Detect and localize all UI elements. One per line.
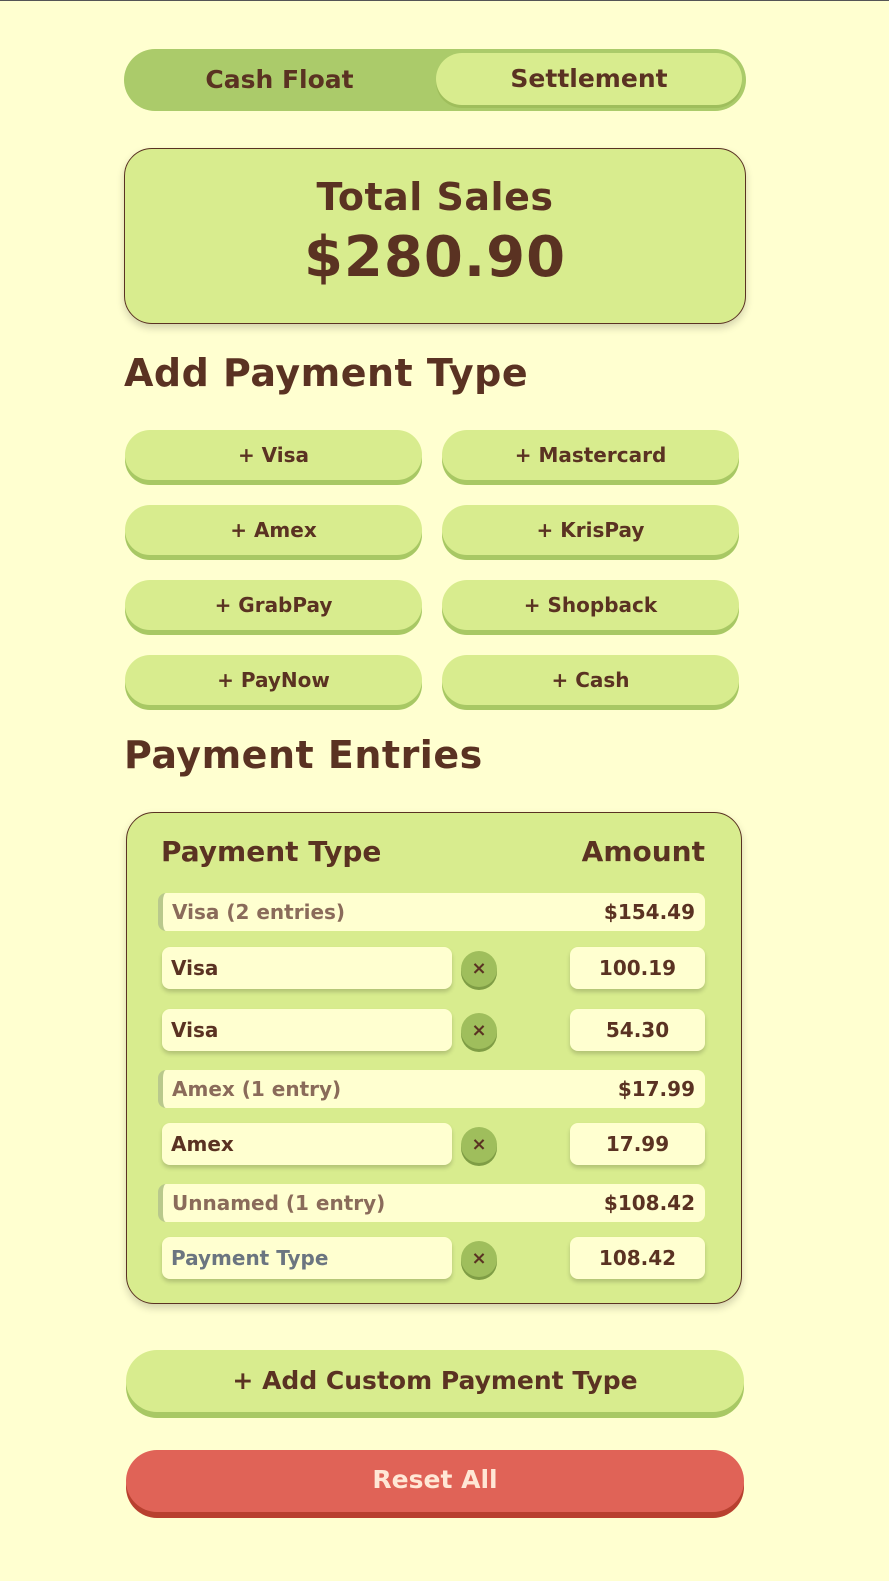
reset-all-button[interactable]: Reset All	[126, 1450, 744, 1512]
entry-name-field[interactable]: Amex	[162, 1123, 452, 1165]
entry-amount-field[interactable]: 54.30	[570, 1009, 705, 1051]
remove-entry-icon[interactable]: ×	[461, 1127, 497, 1163]
entry-amount-field[interactable]: 17.99	[570, 1123, 705, 1165]
payment-entries-heading: Payment Entries	[124, 733, 483, 777]
remove-entry-icon[interactable]: ×	[461, 1013, 497, 1049]
add-krispay-button[interactable]: + KrisPay	[442, 505, 739, 555]
entry-amount-field[interactable]: 100.19	[570, 947, 705, 989]
column-header-amount: Amount	[581, 835, 705, 868]
group-total: $108.42	[603, 1191, 695, 1215]
tab-settlement[interactable]: Settlement	[436, 53, 742, 105]
add-visa-button[interactable]: + Visa	[125, 430, 422, 480]
total-sales-card: Total Sales $280.90	[124, 148, 746, 324]
add-amex-button[interactable]: + Amex	[125, 505, 422, 555]
group-row-visa: Visa (2 entries) $154.49	[158, 893, 705, 931]
total-sales-title: Total Sales	[316, 175, 554, 219]
group-label: Visa (2 entries)	[172, 900, 346, 924]
remove-entry-icon[interactable]: ×	[461, 951, 497, 987]
entry-name-field[interactable]: Visa	[162, 1009, 452, 1051]
add-custom-payment-type-button[interactable]: + Add Custom Payment Type	[126, 1350, 744, 1412]
add-grabpay-button[interactable]: + GrabPay	[125, 580, 422, 630]
payment-entries-card: Payment Type Amount Visa (2 entries) $15…	[126, 812, 742, 1304]
add-paynow-button[interactable]: + PayNow	[125, 655, 422, 705]
group-total: $154.49	[603, 900, 695, 924]
add-cash-button[interactable]: + Cash	[442, 655, 739, 705]
total-sales-value: $280.90	[303, 225, 567, 290]
tab-cash-float[interactable]: Cash Float	[124, 49, 435, 111]
add-payment-heading: Add Payment Type	[124, 351, 529, 395]
entry-name-field[interactable]: Visa	[162, 947, 452, 989]
column-header-payment-type: Payment Type	[161, 835, 382, 868]
mode-tabs: Cash Float Settlement	[124, 49, 746, 111]
entry-name-field[interactable]: Payment Type	[162, 1237, 452, 1279]
entry-amount-field[interactable]: 108.42	[570, 1237, 705, 1279]
add-mastercard-button[interactable]: + Mastercard	[442, 430, 739, 480]
group-row-amex: Amex (1 entry) $17.99	[158, 1070, 705, 1108]
group-row-unnamed: Unnamed (1 entry) $108.42	[158, 1184, 705, 1222]
group-label: Unnamed (1 entry)	[172, 1191, 386, 1215]
add-shopback-button[interactable]: + Shopback	[442, 580, 739, 630]
group-total: $17.99	[617, 1077, 695, 1101]
remove-entry-icon[interactable]: ×	[461, 1241, 497, 1277]
group-label: Amex (1 entry)	[172, 1077, 342, 1101]
